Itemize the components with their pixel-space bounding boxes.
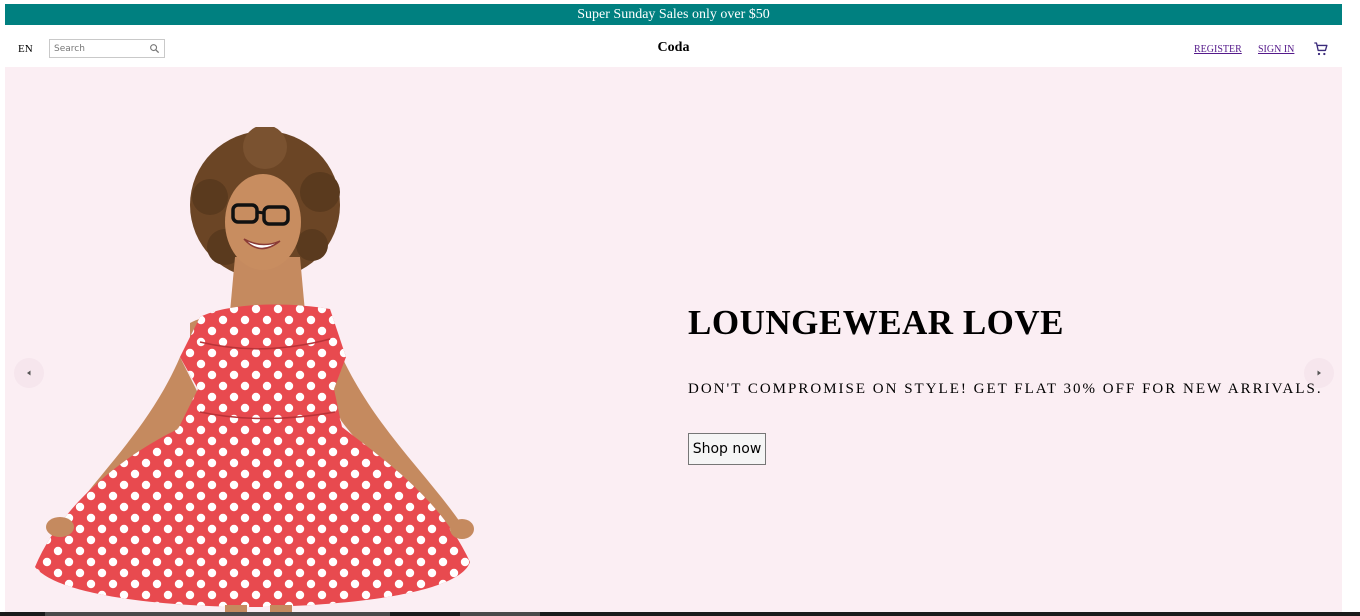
arrow-right-icon [1317,370,1321,376]
register-link[interactable]: REGISTER [1194,44,1242,55]
bottom-strip [0,612,1360,616]
announcement-bar: Super Sunday Sales only over $50 [5,4,1342,25]
hero-image [35,127,474,612]
announcement-text: Super Sunday Sales only over $50 [577,7,770,22]
sign-in-link[interactable]: SIGN IN [1258,44,1294,55]
shopping-cart-icon[interactable] [1313,41,1329,57]
hero-title: LOUNGEWEAR LOVE [688,303,1065,342]
hero-slider: LOUNGEWEAR LOVE DON'T COMPROMISE ON STYL… [5,67,1342,612]
shop-now-button[interactable]: Shop now [688,433,766,465]
strip-segment [45,612,390,616]
navbar: EN Coda REGISTER SIGN IN [5,30,1342,68]
brand-logo[interactable]: Coda [5,40,1342,56]
hero-description: DON'T COMPROMISE ON STYLE! GET FLAT 30% … [688,381,1323,397]
strip-segment [460,612,540,616]
